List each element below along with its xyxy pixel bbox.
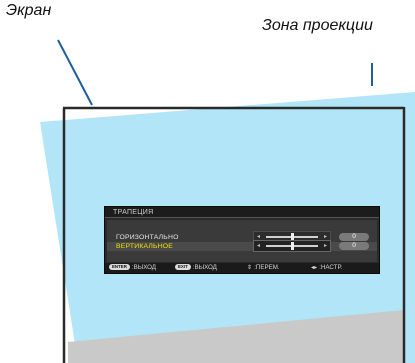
horizontal-label: ГОРИЗОНТАЛЬНО — [116, 234, 179, 241]
osd-footer: ENTER:ВЫХОД EXIT:ВЫХОД ⇕:ПЕРЕМ. ◂▸:НАСТР… — [105, 263, 379, 273]
move-arrows-icon: ⇕ — [247, 264, 253, 271]
vertical-row[interactable]: ВЕРТИКАЛЬНОЕ ◂ ▸ 0 — [107, 240, 377, 252]
slider-knob[interactable] — [291, 242, 294, 250]
vertical-slider[interactable]: ◂ ▸ — [253, 240, 331, 252]
adjust-hint-text: :НАСТР. — [319, 264, 343, 271]
screen-label: Экран — [6, 2, 52, 19]
move-hint-text: :ПЕРЕМ. — [254, 264, 280, 271]
slider-right-arrow-icon[interactable]: ▸ — [324, 241, 327, 251]
footer-exit-hint: EXIT:ВЫХОД — [175, 263, 217, 273]
osd-body: ГОРИЗОНТАЛЬНО ◂ ▸ 0 ВЕРТИКАЛЬНОЕ ◂ ▸ 0 — [107, 220, 377, 262]
footer-enter-hint: ENTER:ВЫХОД — [109, 263, 156, 273]
adjust-arrows-icon: ◂▸ — [311, 264, 318, 271]
exit-hint-text: :ВЫХОД — [192, 264, 217, 271]
footer-adjust-hint: ◂▸:НАСТР. — [311, 263, 342, 273]
enter-key-badge: ENTER — [109, 264, 130, 270]
slider-left-arrow-icon[interactable]: ◂ — [257, 241, 260, 251]
exit-key-badge: EXIT — [175, 264, 191, 270]
horizontal-value: 0 — [339, 233, 369, 241]
slider-track — [266, 242, 318, 250]
vertical-label: ВЕРТИКАЛЬНОЕ — [116, 243, 174, 250]
osd-title: ТРАПЕЦИЯ — [105, 207, 379, 218]
slider-track — [266, 233, 318, 241]
horizontal-row[interactable]: ГОРИЗОНТАЛЬНО ◂ ▸ 0 — [107, 231, 377, 243]
vertical-value: 0 — [339, 242, 369, 250]
projection-area-label: Зона проекции — [262, 17, 373, 34]
keystone-diagram — [40, 39, 415, 363]
footer-move-hint: ⇕:ПЕРЕМ. — [247, 263, 280, 273]
enter-hint-text: :ВЫХОД — [131, 264, 157, 271]
keystone-osd-menu: ТРАПЕЦИЯ ГОРИЗОНТАЛЬНО ◂ ▸ 0 ВЕРТИКАЛЬНО… — [104, 206, 380, 274]
screen-callout-line — [57, 39, 93, 106]
